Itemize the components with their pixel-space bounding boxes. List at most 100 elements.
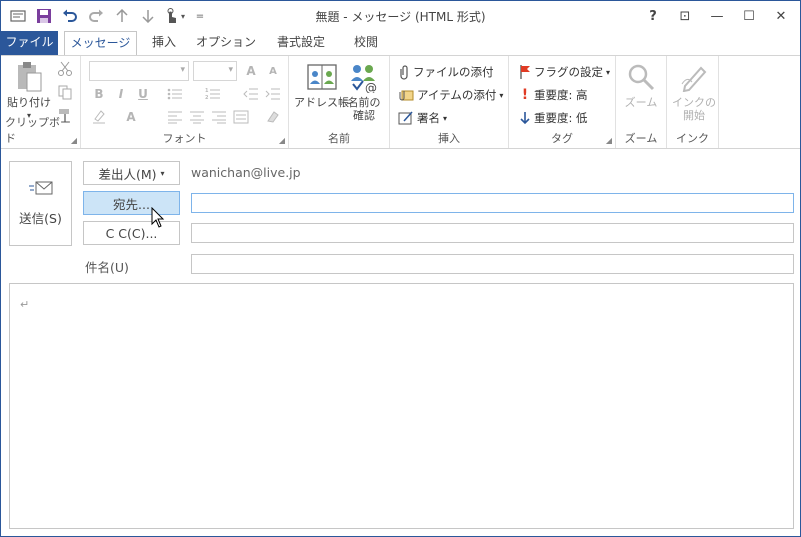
paragraph-mark: ↵ <box>20 298 30 311</box>
align-right-icon[interactable] <box>209 107 229 127</box>
tab-options[interactable]: オプション <box>195 31 257 55</box>
send-envelope-icon <box>28 181 52 195</box>
window-controls: ? ⊡ — ☐ ✕ <box>638 4 796 28</box>
cc-input[interactable] <box>191 223 794 243</box>
group-clipboard: 貼り付け ▾ クリップボード ◢ <box>1 56 81 148</box>
group-tags: フラグの設定 ▾ ! 重要度: 高 重要度: 低 タグ ◢ <box>509 56 616 148</box>
font-name-box[interactable]: ▾ <box>89 61 189 81</box>
paste-icon <box>12 60 46 94</box>
check-names-label-1: 名前の <box>347 96 381 109</box>
cc-button[interactable]: C C(C)... <box>83 221 180 245</box>
decrease-indent-icon[interactable] <box>241 84 261 104</box>
signature-dropdown-icon: ▾ <box>443 113 448 123</box>
signature-button[interactable]: 署名 ▾ <box>398 110 447 126</box>
clipboard-launcher-icon[interactable]: ◢ <box>71 136 77 145</box>
tab-file[interactable]: ファイル <box>1 31 58 55</box>
low-importance-label: 重要度: 低 <box>534 111 588 125</box>
mouse-pointer-icon <box>151 206 165 232</box>
paperclip-icon <box>400 65 408 80</box>
start-inking-label-2: 開始 <box>683 109 705 122</box>
follow-up-label: フラグの設定 <box>534 65 603 79</box>
close-button[interactable]: ✕ <box>766 4 796 28</box>
group-label-include: 挿入 <box>438 132 460 145</box>
tab-format-text[interactable]: 書式設定 <box>265 31 337 55</box>
to-input[interactable] <box>191 193 794 213</box>
paste-button[interactable]: 貼り付け ▾ <box>7 60 51 122</box>
outlook-message-window: ▾ = 無題 - メッセージ (HTML 形式) ? ⊡ — ☐ ✕ ファイル … <box>0 0 801 537</box>
group-zoom: ズーム ズーム <box>616 56 667 148</box>
address-book-icon <box>305 60 339 94</box>
numbering-icon[interactable]: 12 <box>203 84 223 104</box>
from-address: wanichan@live.jp <box>191 165 301 180</box>
ribbon-tabs: ファイル メッセージ 挿入 オプション 書式設定 校閲 <box>1 31 800 56</box>
tags-launcher-icon[interactable]: ◢ <box>606 136 612 145</box>
maximize-button[interactable]: ☐ <box>734 4 764 28</box>
font-launcher-icon[interactable]: ◢ <box>279 136 285 145</box>
attach-file-label: ファイルの添付 <box>413 65 494 79</box>
high-importance-label: 重要度: 高 <box>534 88 588 102</box>
signature-label: 署名 <box>417 111 440 125</box>
from-label: 差出人(M) <box>98 166 157 182</box>
tab-message[interactable]: メッセージ <box>64 31 137 56</box>
to-button[interactable]: 宛先... <box>83 191 180 215</box>
signature-icon <box>398 111 413 125</box>
message-body[interactable]: ↵ <box>9 283 794 529</box>
increase-indent-icon[interactable] <box>263 84 283 104</box>
group-label-clipboard: クリップボード <box>5 116 71 145</box>
group-label-ink: インク <box>676 132 709 145</box>
group-include: ファイルの添付 アイテムの添付 ▾ 署名 ▾ 挿入 <box>390 56 509 148</box>
attach-item-icon <box>399 90 414 101</box>
start-inking-button[interactable]: インクの 開始 <box>672 60 716 122</box>
pen-icon <box>677 60 711 94</box>
svg-text:@: @ <box>365 81 377 93</box>
justify-icon[interactable] <box>231 107 251 127</box>
help-button[interactable]: ? <box>638 4 668 28</box>
font-size-box[interactable]: ▾ <box>193 61 237 81</box>
address-book-button[interactable]: アドレス帳 <box>294 60 349 109</box>
ribbon: 貼り付け ▾ クリップボード ◢ ▾ ▾ A A B I U 1 2 A フォン… <box>1 55 800 149</box>
underline-button[interactable]: U <box>133 84 153 104</box>
from-button[interactable]: 差出人(M) ▾ <box>83 161 180 185</box>
check-names-button[interactable]: @ 名前の 確認 <box>347 60 381 122</box>
zoom-button[interactable]: ズーム <box>624 60 658 109</box>
bullets-icon[interactable] <box>165 84 185 104</box>
italic-button[interactable]: I <box>111 84 131 104</box>
copy-icon[interactable] <box>57 84 73 100</box>
minimize-button[interactable]: — <box>702 4 732 28</box>
low-importance-button[interactable]: 重要度: 低 <box>519 110 588 126</box>
follow-up-button[interactable]: フラグの設定 ▾ <box>519 64 610 80</box>
svg-text:2: 2 <box>205 95 209 101</box>
subject-input[interactable] <box>191 254 794 274</box>
exclamation-icon: ! <box>521 87 529 103</box>
shrink-font-button[interactable]: A <box>263 61 283 81</box>
paste-label: 貼り付け <box>7 96 51 109</box>
group-ink: インクの 開始 インク <box>667 56 719 148</box>
send-button[interactable]: 送信(S) <box>9 161 72 246</box>
attach-file-button[interactable]: ファイルの添付 <box>398 64 494 80</box>
send-label: 送信(S) <box>19 211 62 226</box>
flag-icon <box>520 65 530 79</box>
address-book-label: アドレス帳 <box>294 96 349 109</box>
zoom-label: ズーム <box>624 96 658 109</box>
subject-label: 件名(U) <box>85 260 129 275</box>
align-left-icon[interactable] <box>165 107 185 127</box>
attach-item-button[interactable]: アイテムの添付 ▾ <box>398 87 503 103</box>
highlight-icon[interactable] <box>89 107 109 127</box>
font-color-button[interactable]: A <box>121 107 141 127</box>
down-arrow-icon <box>520 112 530 125</box>
bold-button[interactable]: B <box>89 84 109 104</box>
group-names: アドレス帳 @ 名前の 確認 名前 <box>289 56 390 148</box>
svg-text:1: 1 <box>205 88 209 94</box>
group-font: ▾ ▾ A A B I U 12 A フォント ◢ <box>81 56 289 148</box>
high-importance-button[interactable]: ! 重要度: 高 <box>519 87 588 103</box>
clear-formatting-icon[interactable] <box>263 107 283 127</box>
follow-up-dropdown-icon: ▾ <box>606 67 611 77</box>
tab-review[interactable]: 校閲 <box>343 31 389 55</box>
grow-font-button[interactable]: A <box>241 61 261 81</box>
tab-insert[interactable]: 挿入 <box>141 31 187 55</box>
group-label-names: 名前 <box>328 132 350 145</box>
magnifier-icon <box>624 60 658 94</box>
cut-icon[interactable] <box>57 61 73 77</box>
align-center-icon[interactable] <box>187 107 207 127</box>
ribbon-display-options-button[interactable]: ⊡ <box>670 4 700 28</box>
